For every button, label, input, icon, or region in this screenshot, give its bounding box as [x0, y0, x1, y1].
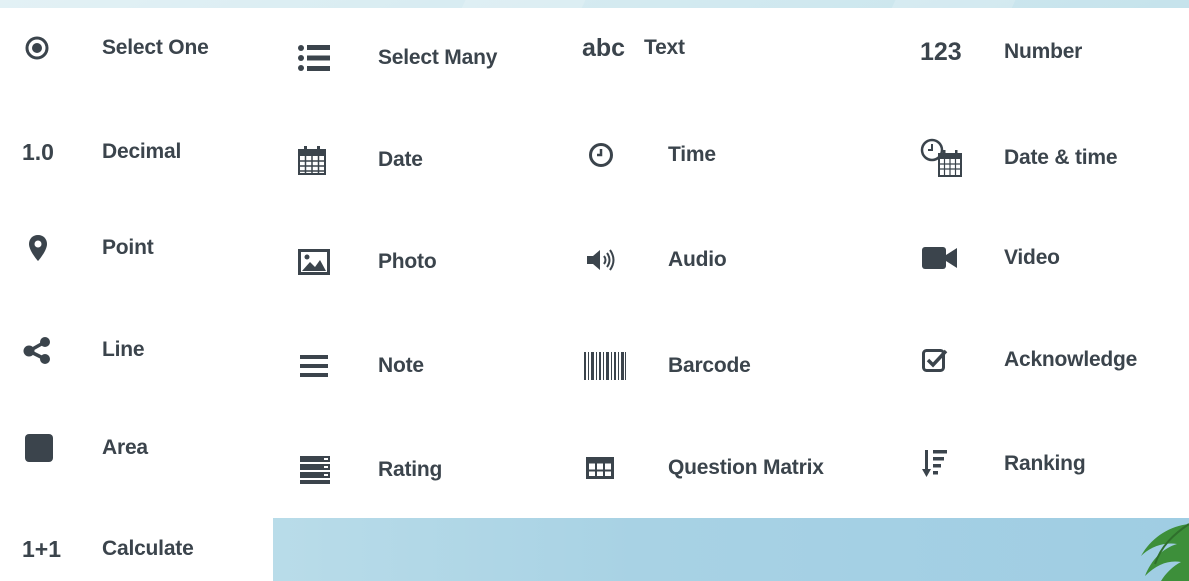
- speaker-icon: [586, 240, 668, 280]
- square-icon: [25, 428, 102, 468]
- question-type-number[interactable]: 123 Number: [920, 32, 1082, 72]
- question-type-select-one[interactable]: Select One: [24, 28, 209, 68]
- question-type-label: Ranking: [1004, 452, 1086, 475]
- decimal-icon-text: 1.0: [22, 138, 54, 165]
- question-type-label: Date: [378, 148, 423, 171]
- question-type-photo[interactable]: Photo: [298, 242, 437, 282]
- calculate-icon: 1+1: [22, 529, 102, 569]
- number-icon: 123: [920, 32, 1004, 72]
- question-type-point[interactable]: Point: [28, 228, 154, 268]
- sort-down-icon: [922, 444, 1004, 484]
- question-type-label: Line: [102, 338, 145, 361]
- question-type-note[interactable]: Note: [300, 346, 424, 386]
- question-type-time[interactable]: Time: [588, 135, 716, 175]
- question-type-label: Decimal: [102, 140, 182, 163]
- number-icon-text: 123: [920, 37, 962, 66]
- barcode-icon: [584, 346, 668, 386]
- table-grid-icon: [586, 448, 668, 488]
- question-type-panel-left: [0, 8, 273, 581]
- question-type-label: Area: [102, 436, 148, 459]
- calculate-icon-text: 1+1: [22, 535, 62, 562]
- question-type-label: Acknowledge: [1004, 348, 1138, 371]
- image-icon: [298, 242, 378, 282]
- question-type-area[interactable]: Area: [25, 428, 148, 468]
- question-type-label: Audio: [668, 248, 727, 271]
- map-pin-icon: [28, 228, 102, 268]
- question-type-rating[interactable]: Rating: [300, 450, 442, 490]
- background-area: [270, 518, 1189, 581]
- video-camera-icon: [922, 238, 1004, 278]
- question-type-label: Calculate: [102, 537, 194, 560]
- question-type-label: Select Many: [378, 46, 498, 69]
- abc-text-icon: abc: [582, 28, 644, 68]
- question-type-date-time[interactable]: Date & time: [920, 138, 1118, 178]
- question-type-acknowledge[interactable]: Acknowledge: [922, 340, 1137, 380]
- clock-icon: [588, 135, 668, 175]
- question-type-line[interactable]: Line: [22, 330, 145, 370]
- clock-calendar-icon: [920, 138, 1004, 178]
- question-type-label: Video: [1004, 246, 1060, 269]
- question-type-label: Text: [644, 36, 685, 59]
- question-type-label: Rating: [378, 458, 443, 481]
- question-type-select-many[interactable]: Select Many: [298, 38, 497, 78]
- stacked-bars-icon: [300, 450, 378, 490]
- question-type-label: Select One: [102, 36, 209, 59]
- question-type-ranking[interactable]: Ranking: [922, 444, 1086, 484]
- palm-leaf-icon: [1141, 523, 1189, 581]
- question-type-label: Photo: [378, 250, 437, 273]
- question-type-label: Question Matrix: [668, 456, 824, 479]
- question-type-label: Date & time: [1004, 146, 1118, 169]
- calendar-icon: [298, 140, 378, 180]
- abc-icon-text: abc: [582, 33, 626, 62]
- radio-button-icon: [24, 28, 102, 68]
- question-type-question-matrix[interactable]: Question Matrix: [586, 448, 824, 488]
- question-type-decimal[interactable]: 1.0 Decimal: [22, 132, 181, 172]
- question-type-barcode[interactable]: Barcode: [584, 346, 751, 386]
- question-type-date[interactable]: Date: [298, 140, 423, 180]
- checkbox-checked-icon: [922, 340, 1004, 380]
- decimal-icon: 1.0: [22, 132, 102, 172]
- question-type-calculate[interactable]: 1+1 Calculate: [22, 529, 194, 569]
- question-type-label: Number: [1004, 40, 1083, 63]
- share-nodes-icon: [22, 330, 102, 370]
- question-type-label: Point: [102, 236, 154, 259]
- question-type-text[interactable]: abc Text: [582, 28, 685, 68]
- question-type-audio[interactable]: Audio: [586, 240, 727, 280]
- question-type-label: Note: [378, 354, 424, 377]
- question-type-video[interactable]: Video: [922, 238, 1060, 278]
- menu-lines-icon: [300, 346, 378, 386]
- list-icon: [298, 38, 378, 78]
- question-type-label: Barcode: [668, 354, 751, 377]
- question-type-label: Time: [668, 143, 716, 166]
